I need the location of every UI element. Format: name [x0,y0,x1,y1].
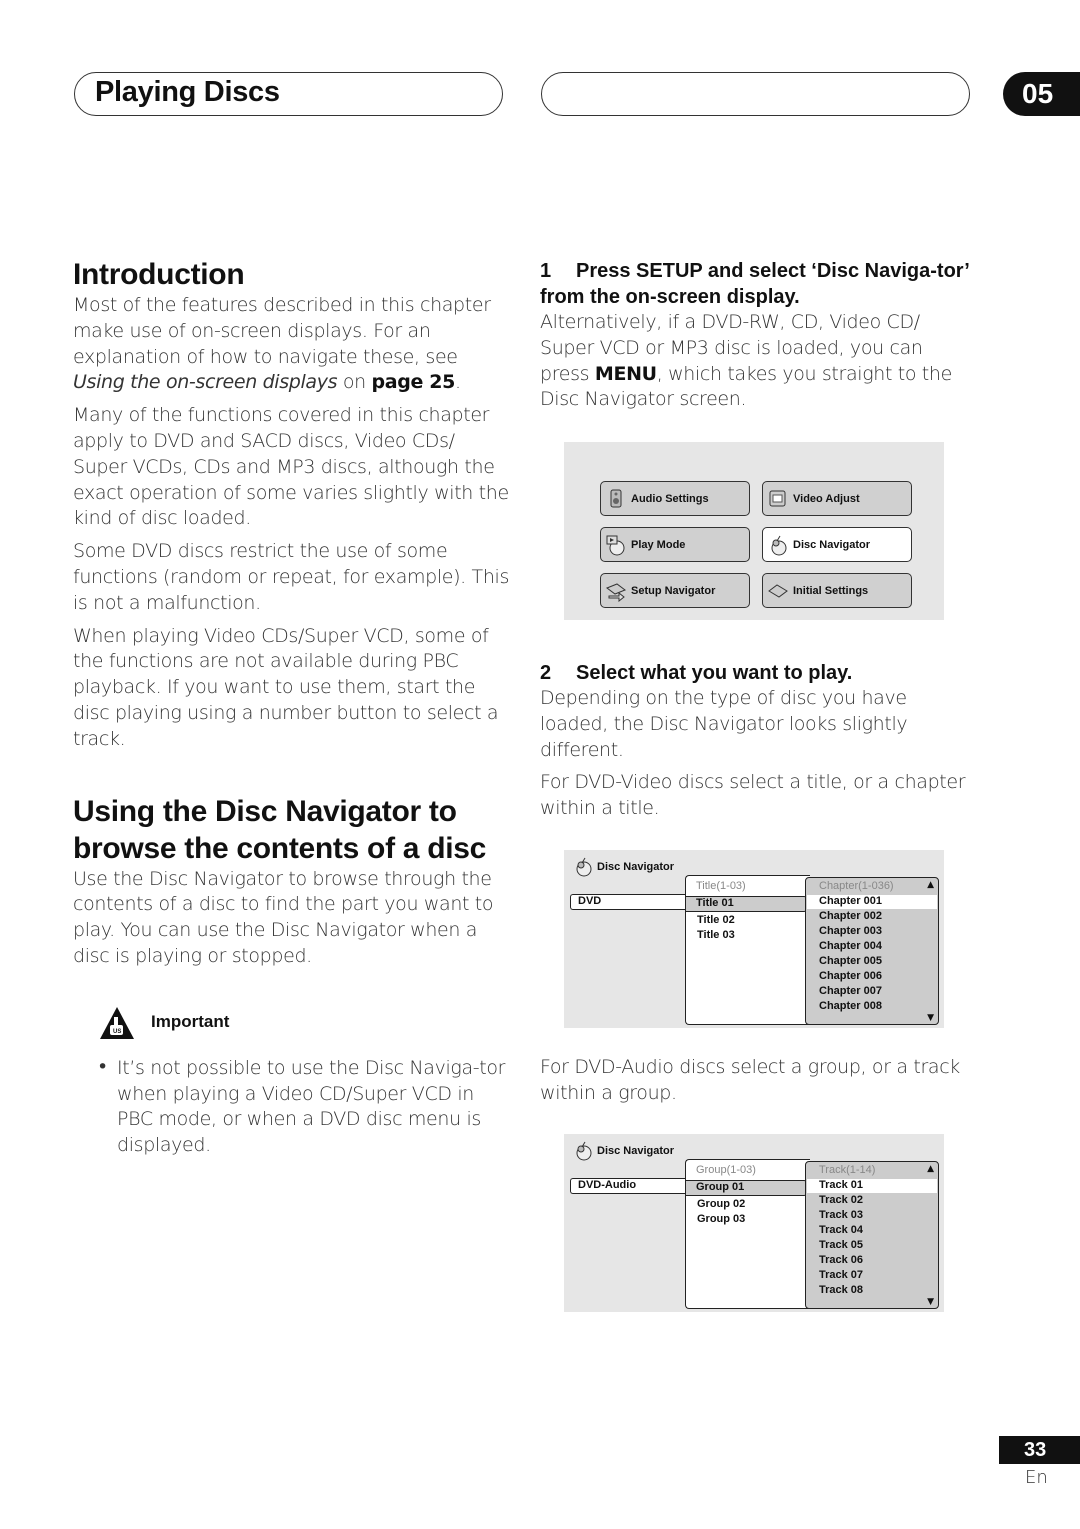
intro-paragraph-2: Many of the functions covered in this ch… [73,404,509,530]
setup-menu-screen: Audio Settings Video Adjust Play Mode Di… [564,442,944,620]
chapter-item[interactable]: Chapter 005 [819,955,882,967]
section-header: Playing Discs [74,72,503,116]
track-item[interactable]: Track 04 [819,1224,863,1236]
important-bullet: • It’s not possible to use the Disc Navi… [97,1055,506,1157]
track-item[interactable]: Track 01 [819,1179,863,1191]
title-list: Title(1-03) Title 01 Title 02 Title 03 [685,875,810,1025]
svg-text:US: US [113,1029,121,1035]
chapter-item[interactable]: Chapter 002 [819,910,882,922]
page-number: 33 [999,1436,1080,1464]
setup-navigator-icon [605,582,627,602]
step-1-text: Alternatively, if a DVD-RW, CD, Video CD… [540,311,952,411]
chapter-item[interactable]: Chapter 008 [819,1000,882,1012]
title-item[interactable]: Title 03 [697,929,735,941]
header-blank-pill [541,72,970,116]
chapter-list-header: Chapter(1-036) [819,880,894,892]
step-2-paragraph-3: For DVD-Audio discs select a group, or a… [540,1056,960,1104]
warning-hand-icon: US [100,1006,134,1039]
group-item-selected[interactable]: Group 01 [686,1180,808,1196]
title-item-selected[interactable]: Title 01 [686,896,808,912]
intro-paragraph-3: Some DVD discs restrict the use of some … [73,540,509,614]
title-list-header: Title(1-03) [696,880,746,892]
chapter-item[interactable]: Chapter 003 [819,925,882,937]
step-2-heading: 2 Select what you want to play. [540,662,853,684]
play-mode-button[interactable]: Play Mode [600,527,750,562]
disc-navigator-icon [771,535,787,555]
track-item[interactable]: Track 08 [819,1284,863,1296]
intro-paragraph-1: Most of the features described in this c… [73,294,491,394]
track-item[interactable]: Track 03 [819,1209,863,1221]
intro-paragraph-4: When playing Video CDs/Super VCD, some o… [73,624,499,750]
monitor-icon [769,490,786,506]
step-1-heading: 1 Press SETUP and select ‘Disc Naviga-tor… [540,260,969,308]
dvd-audio-disc-navigator-screen: Disc Navigator DVD-Audio Group(1-03) Gro… [564,1134,944,1312]
group-list: Group(1-03) Group 01 Group 02 Group 03 [685,1159,810,1309]
disc-type-tab[interactable]: DVD [570,894,687,910]
track-item[interactable]: Track 05 [819,1239,863,1251]
left-column: Introduction Most of the features descri… [73,256,513,1166]
track-item[interactable]: Track 02 [819,1194,863,1206]
chapter-item[interactable]: Chapter 004 [819,940,882,952]
navigator-title: Disc Navigator [572,857,674,877]
initial-settings-icon [768,583,788,598]
disc-navigator-icon [576,857,592,877]
group-item[interactable]: Group 02 [697,1198,745,1210]
step-2-paragraph-2: For DVD-Video discs select a title, or a… [540,771,966,820]
disc-navigator-paragraph: Use the Disc Navigator to browse through… [73,867,494,967]
navigator-title: Disc Navigator [572,1141,674,1161]
group-list-header: Group(1-03) [696,1164,756,1176]
setup-navigator-button[interactable]: Setup Navigator [600,573,750,608]
introduction-heading: Introduction [73,258,245,291]
menu-key: MENU [594,362,657,385]
dvd-disc-navigator-screen: Disc Navigator DVD Title(1-03) Title 01 … [564,850,944,1028]
speaker-icon [610,489,622,507]
chapter-item[interactable]: Chapter 001 [819,895,882,907]
chapter-item[interactable]: Chapter 007 [819,985,882,997]
video-adjust-button[interactable]: Video Adjust [762,481,912,516]
scroll-down-icon[interactable]: ▼ [927,1013,934,1023]
scroll-down-icon[interactable]: ▼ [927,1297,934,1307]
right-column: 1 Press SETUP and select ‘Disc Naviga-tor… [540,258,970,420]
disc-navigator-heading: Using the Disc Navigator to browse the c… [73,794,487,865]
play-mode-disc-icon [606,535,625,555]
disc-navigator-button[interactable]: Disc Navigator [762,527,912,562]
page-reference: page 25 [371,371,456,394]
step-2-block: 2 Select what you want to play. Depending… [540,660,970,829]
step-2-paragraph-1: Depending on the type of disc you have l… [540,687,908,761]
chapter-list: Chapter(1-036) ▲ Chapter 001 Chapter 002… [805,877,939,1025]
audio-settings-button[interactable]: Audio Settings [600,481,750,516]
section-title: Playing Discs [95,76,280,108]
disc-type-tab[interactable]: DVD-Audio [570,1178,687,1194]
track-item[interactable]: Track 06 [819,1254,863,1266]
disc-navigator-icon [576,1141,592,1161]
track-list-header: Track(1-14) [819,1164,876,1176]
scroll-up-icon[interactable]: ▲ [927,880,934,890]
track-list: Track(1-14) ▲ Track 01 Track 02 Track 03… [805,1161,939,1309]
cross-reference: Using the on-screen displays [73,371,338,394]
important-label: Important [151,1011,230,1031]
initial-settings-button[interactable]: Initial Settings [762,573,912,608]
chapter-number-tab: 05 [1003,72,1080,116]
bullet-dot: • [97,1055,109,1078]
language-label: En [1025,1467,1048,1488]
scroll-up-icon[interactable]: ▲ [927,1164,934,1174]
title-item[interactable]: Title 02 [697,914,735,926]
track-item[interactable]: Track 07 [819,1269,863,1281]
chapter-item[interactable]: Chapter 006 [819,970,882,982]
group-item[interactable]: Group 03 [697,1213,745,1225]
important-note: US Important [99,1006,513,1046]
